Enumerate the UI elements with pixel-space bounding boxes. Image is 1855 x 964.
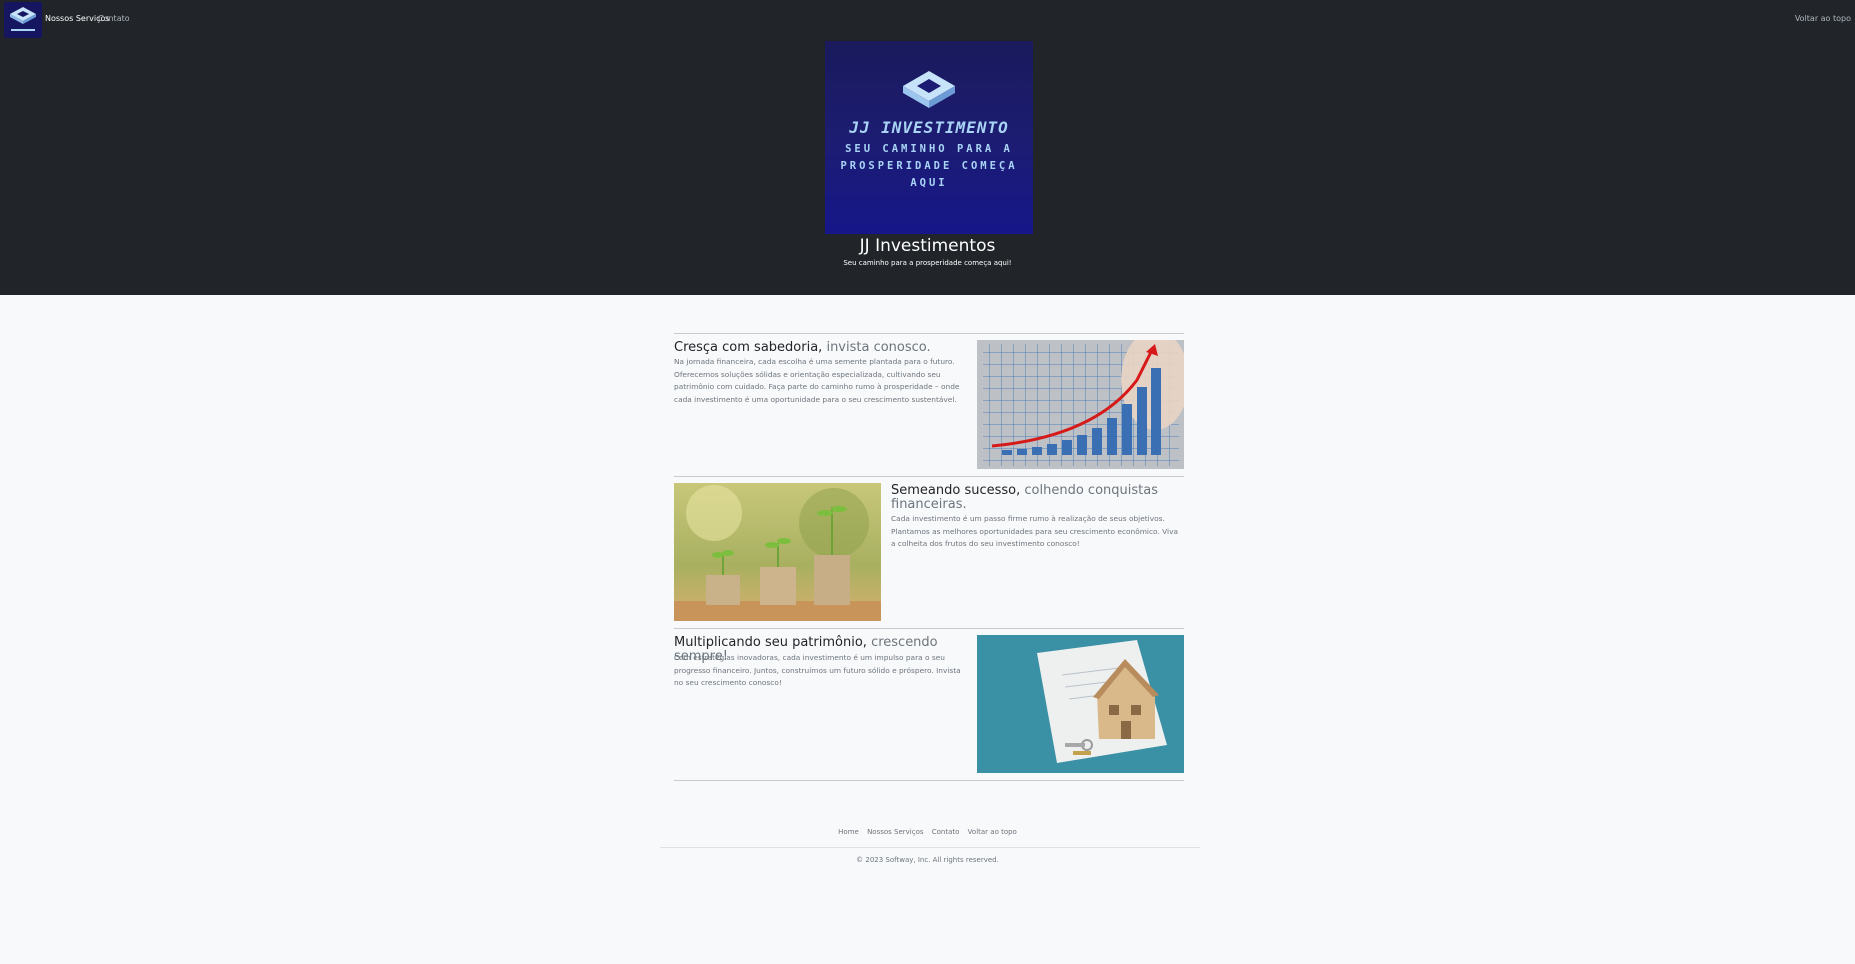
header: Nossos Serviços Contato Voltar ao topo J…: [0, 0, 1855, 295]
divider: [674, 628, 1184, 629]
footer-link-services[interactable]: Nossos Serviços: [867, 828, 923, 836]
footer-link-contact[interactable]: Contato: [932, 828, 960, 836]
feature-3-title-main: Multiplicando seu patrimônio,: [674, 635, 867, 650]
footer-link-home[interactable]: Home: [838, 828, 859, 836]
hero-logo: JJ INVESTIMENTO SEU CAMINHO PARA A PROSP…: [825, 41, 1033, 234]
nav-link-contact[interactable]: Contato: [98, 14, 130, 24]
house-keys-image: [977, 635, 1184, 773]
page-title: JJ Investimentos: [859, 236, 996, 256]
footer-nav: Home Nossos Serviços Contato Voltar ao t…: [0, 828, 1855, 837]
feature-1-text: Na jornada financeira, cada escolha é um…: [674, 357, 960, 404]
nav-link-back-to-top[interactable]: Voltar ao topo: [1795, 14, 1851, 24]
feature-2-title-main: Semeando sucesso,: [891, 483, 1021, 498]
feature-1-title-muted: invista conosco.: [826, 340, 931, 355]
divider: [674, 333, 1184, 334]
nav-logo[interactable]: [4, 2, 42, 38]
divider: [674, 476, 1184, 477]
logo-tagline: SEU CAMINHO PARA A PROSPERIDADE COMEÇA A…: [840, 143, 1018, 189]
feature-2-text: Cada investimento é um passo firme rumo …: [891, 514, 1178, 548]
footer-link-back-to-top[interactable]: Voltar ao topo: [968, 828, 1017, 836]
copyright: © 2023 Softway, Inc. All rights reserved…: [856, 856, 999, 864]
feature-3-text: Com estratégias inovadoras, cada investi…: [674, 653, 961, 687]
page-subtitle: Seu caminho para a prosperidade começa a…: [843, 259, 1012, 267]
logo-brand-text: JJ INVESTIMENTO: [849, 118, 1009, 137]
feature-2-title: Semeando sucesso, colhendo conquistas fi…: [891, 484, 1181, 512]
divider: [674, 780, 1184, 781]
feature-1-title: Cresça com sabedoria, invista conosco.: [674, 341, 974, 355]
footer-divider: [660, 847, 1200, 848]
coins-plants-image: [674, 483, 881, 621]
logo-diamond-icon: [10, 7, 36, 31]
diamond-logo-icon: [903, 71, 955, 108]
growth-chart-image: [977, 340, 1184, 469]
feature-1-title-main: Cresça com sabedoria,: [674, 340, 823, 355]
